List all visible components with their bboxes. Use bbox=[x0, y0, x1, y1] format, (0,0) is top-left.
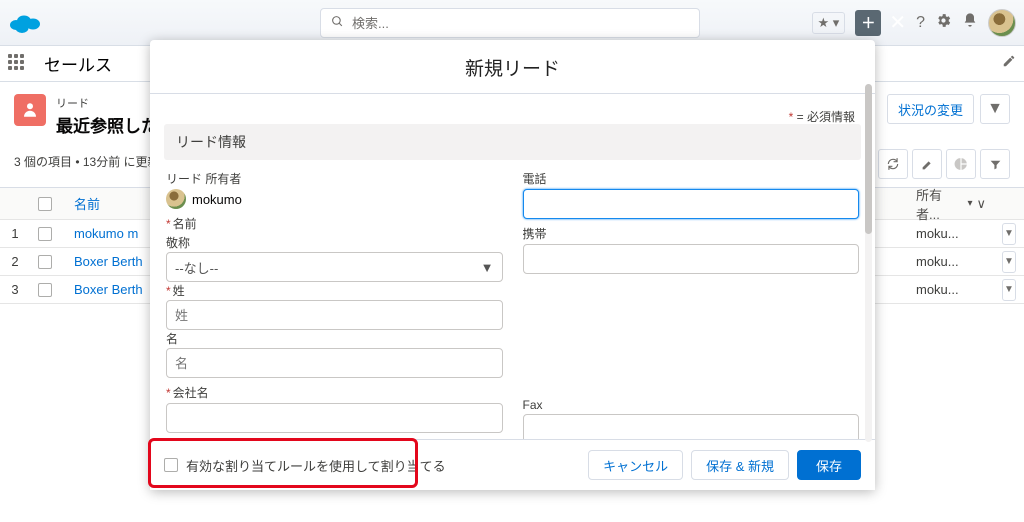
company-input[interactable] bbox=[166, 403, 503, 433]
salutation-label: 敬称 bbox=[166, 236, 190, 250]
new-lead-modal: 新規リード * = 必須情報 リード情報 リード 所有者 mokumo 名前 敬… bbox=[150, 40, 875, 490]
cancel-button[interactable]: キャンセル bbox=[588, 450, 683, 480]
firstname-input[interactable] bbox=[166, 348, 503, 378]
assignment-rule-label: 有効な割り当てルールを使用して割り当てる bbox=[186, 456, 446, 475]
owner-label: リード 所有者 bbox=[166, 170, 503, 187]
phone-input[interactable] bbox=[523, 189, 860, 219]
chevron-down-icon: ▼ bbox=[481, 260, 494, 275]
modal-scrollbar[interactable] bbox=[865, 84, 872, 442]
required-hint: * = 必須情報 bbox=[789, 108, 855, 125]
owner-value: mokumo bbox=[166, 189, 503, 209]
company-label: 会社名 bbox=[166, 384, 503, 401]
assignment-rule-checkbox[interactable] bbox=[164, 458, 178, 472]
mobile-label: 携帯 bbox=[523, 225, 860, 242]
fax-label: Fax bbox=[523, 398, 860, 412]
salutation-select[interactable]: --なし--▼ bbox=[166, 252, 503, 282]
save-and-new-button[interactable]: 保存 & 新規 bbox=[691, 450, 789, 480]
firstname-label: 名 bbox=[166, 332, 178, 346]
modal-title: 新規リード bbox=[150, 40, 875, 94]
lastname-input[interactable] bbox=[166, 300, 503, 330]
lastname-label: 姓 bbox=[166, 284, 185, 298]
name-label: 名前 bbox=[166, 215, 503, 232]
mobile-input[interactable] bbox=[523, 244, 860, 274]
phone-label: 電話 bbox=[523, 170, 860, 187]
save-button[interactable]: 保存 bbox=[797, 450, 861, 480]
section-lead-info: リード情報 bbox=[164, 124, 861, 160]
fax-input[interactable] bbox=[523, 414, 860, 439]
